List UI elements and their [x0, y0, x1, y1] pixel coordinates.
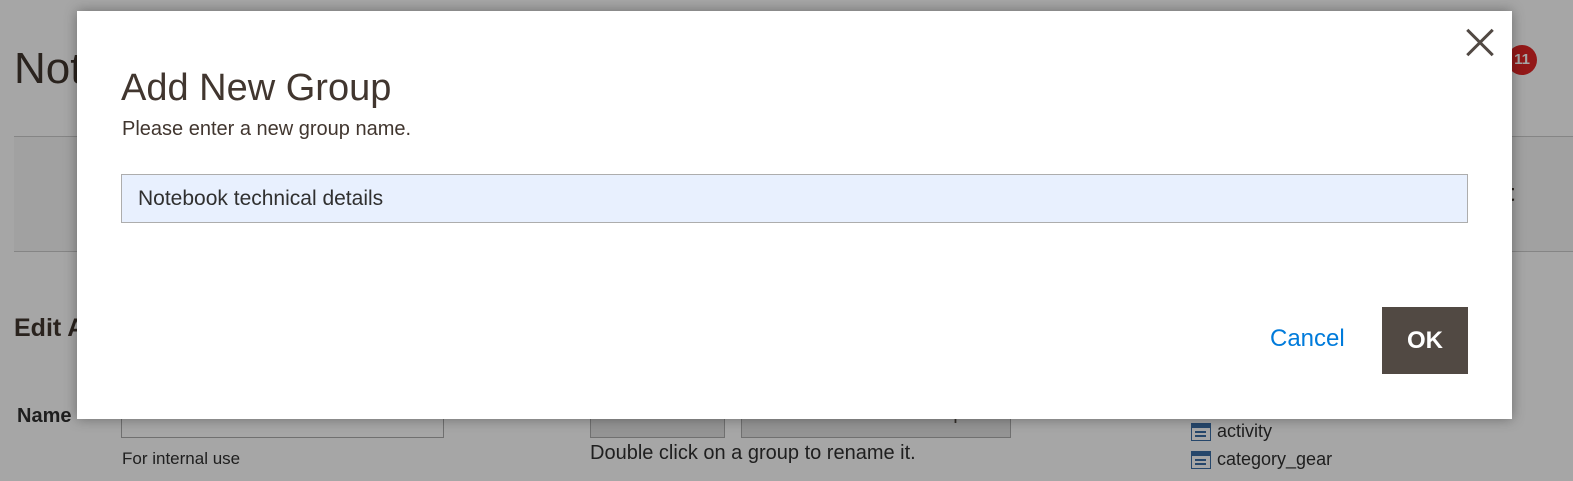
ok-button[interactable]: OK — [1382, 307, 1468, 374]
add-new-group-modal: Add New Group Please enter a new group n… — [77, 11, 1512, 419]
modal-title: Add New Group — [121, 67, 392, 109]
close-icon[interactable] — [1460, 23, 1500, 63]
modal-prompt: Please enter a new group name. — [122, 118, 412, 140]
cancel-button[interactable]: Cancel — [1270, 325, 1345, 353]
group-name-input[interactable] — [121, 174, 1468, 223]
